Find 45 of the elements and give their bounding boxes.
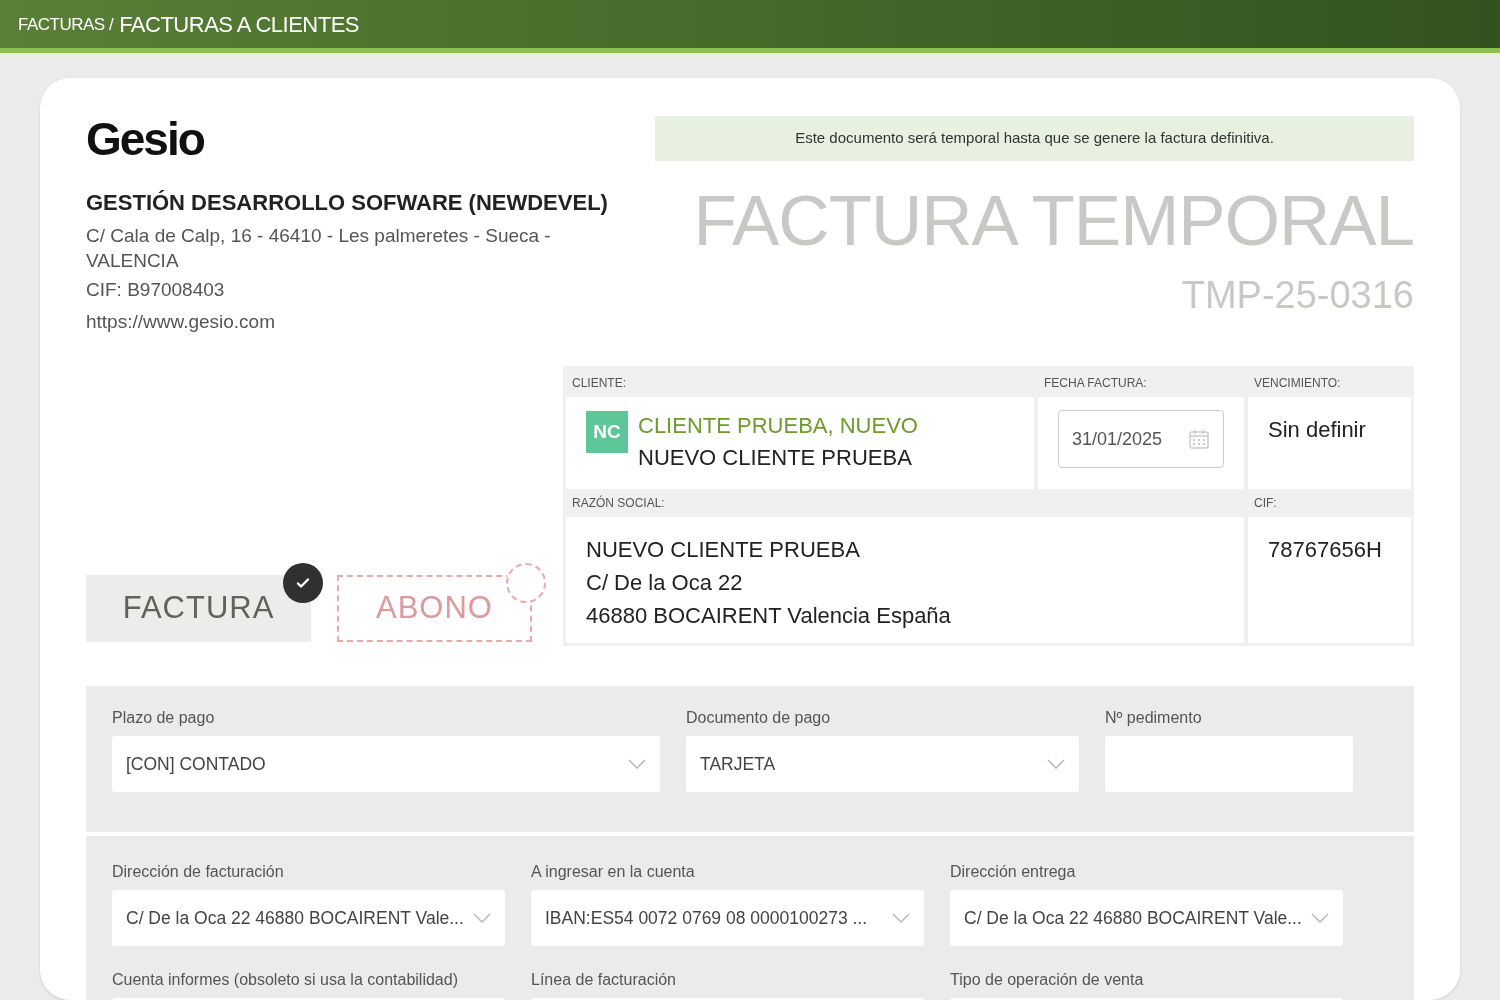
company-address: C/ Cala de Calp, 16 - 46410 - Les palmeretes - Sueca - VALENCIA — [86, 224, 552, 273]
page-title: FACTURAS A CLIENTES — [119, 10, 360, 39]
select-field[interactable]: [CON] CONTADO — [112, 736, 660, 792]
field-label: Cuenta informes (obsoleto si usa la contabilidad) — [112, 970, 459, 990]
chevron-down-icon — [1311, 913, 1329, 923]
field-label: RAZÓN SOCIAL: — [571, 494, 666, 512]
field-label: Línea de facturación — [531, 970, 677, 990]
field-label: VENCIMIENTO: — [1253, 375, 1342, 392]
field-label: Dirección entrega — [950, 862, 1077, 882]
field-label: FECHA FACTURA: — [1043, 375, 1148, 392]
check-icon — [283, 563, 323, 603]
field-label: Tipo de operación de venta — [950, 970, 1145, 990]
notice-banner: Este documento será temporal hasta que se genere la factura definitiva. — [655, 116, 1414, 161]
chevron-down-icon — [1047, 759, 1065, 769]
field-label: Plazo de pago — [112, 708, 216, 728]
company-logo: Gesio — [86, 116, 204, 162]
client-cif: 78767656H — [1268, 537, 1382, 562]
document-title: FACTURA TEMPORAL — [693, 183, 1414, 259]
select-field[interactable]: IBAN:ES54 0072 0769 08 0000100273 ... — [531, 890, 924, 946]
field-label: Documento de pago — [686, 708, 832, 728]
due-date: Sin definir — [1268, 417, 1366, 442]
field-label: CLIENTE: — [571, 375, 627, 392]
business-address-line: 46880 BOCAIRENT Valencia España — [586, 602, 951, 630]
select-field[interactable]: C/ De la Oca 22 46880 BOCAIRENT Vale... — [950, 890, 1343, 946]
breadcrumb-link[interactable]: FACTURAS / — [18, 12, 114, 38]
client-initials: NC — [586, 411, 628, 453]
field-label: A ingresar en la cuenta — [531, 862, 696, 882]
date-field[interactable]: 31/01/2025 — [1058, 410, 1224, 468]
company-website: https://www.gesio.com — [86, 309, 277, 334]
field-label: Dirección de facturación — [112, 862, 285, 882]
chevron-down-icon — [473, 913, 491, 923]
calendar-icon — [1188, 428, 1210, 450]
document-number: TMP-25-0316 — [1181, 273, 1414, 318]
select-field[interactable]: C/ De la Oca 22 46880 BOCAIRENT Vale... — [112, 890, 505, 946]
chevron-down-icon — [892, 913, 910, 923]
business-address-line: NUEVO CLIENTE PRUEBA — [586, 536, 860, 564]
field-label: CIF: — [1253, 495, 1278, 512]
business-address-line: C/ De la Oca 22 — [586, 569, 743, 597]
field-label: Nº pedimento — [1105, 708, 1203, 728]
company-name: GESTIÓN DESARROLLO SOFWARE (NEWDEVEL) — [86, 189, 609, 217]
company-cif: CIF: B97008403 — [86, 278, 226, 302]
document-type-toggle[interactable]: FACTURA — [86, 575, 311, 642]
client-subname: NUEVO CLIENTE PRUEBA — [638, 444, 913, 472]
chevron-down-icon — [628, 759, 646, 769]
select-field[interactable]: TARJETA — [686, 736, 1079, 792]
